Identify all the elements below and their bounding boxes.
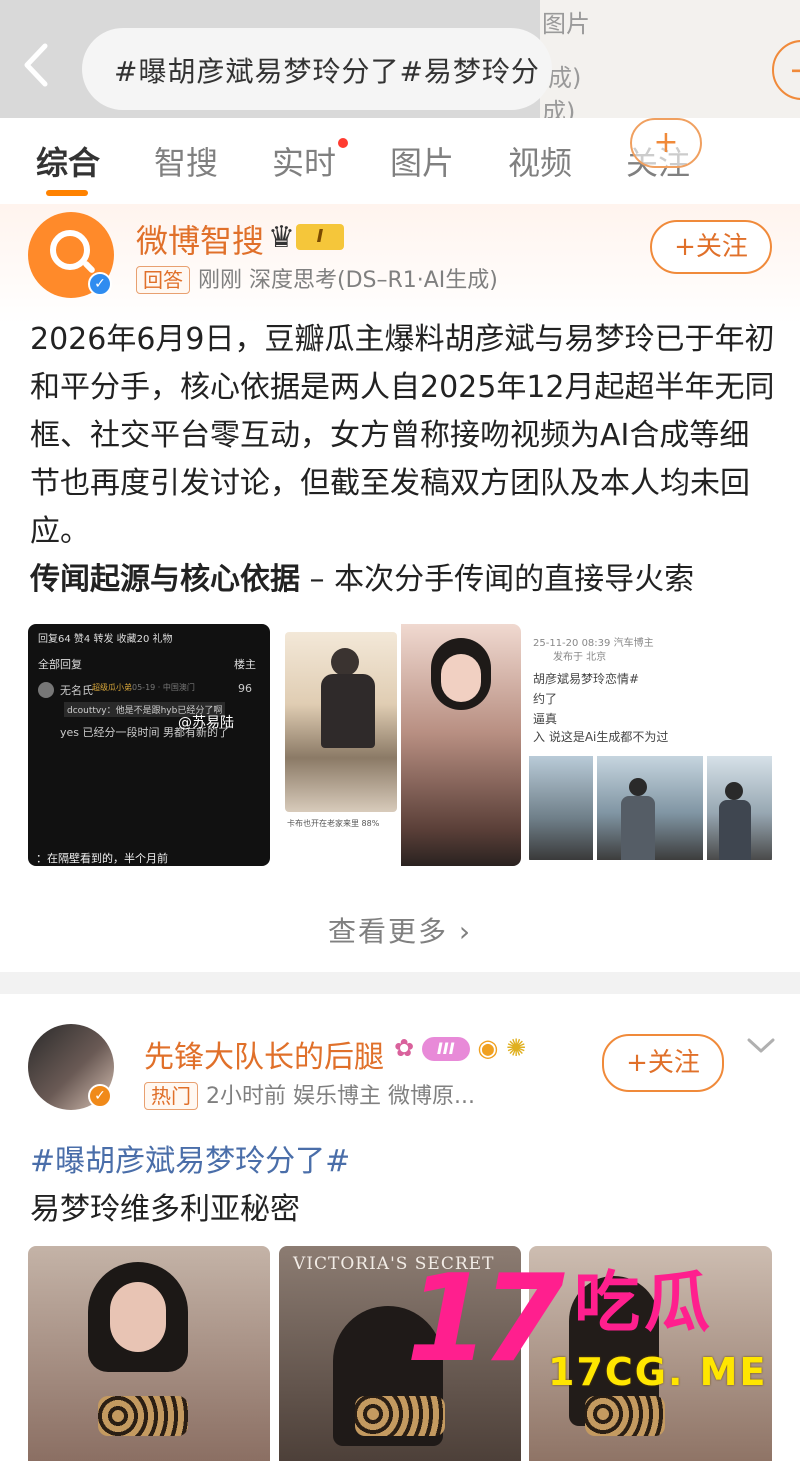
header-ghost-overlay: 图片 成) 成) (540, 0, 800, 118)
verified-icon: ✓ (88, 1084, 112, 1108)
crown-icon: ♛ (268, 220, 295, 255)
chat-tabs: 回复64 赞4 转发 收藏20 礼物 (38, 634, 173, 645)
person-head (331, 648, 359, 676)
beach-person-body (621, 796, 655, 860)
level-badge: I (296, 224, 344, 250)
chevron-left-icon (24, 43, 48, 87)
person-body (321, 674, 375, 748)
post-body: 2026年6月9日，豆瓣瓜主爆料胡彦斌与易梦玲已于年初和平分手，核心依据是两人自… (30, 322, 775, 549)
watermark-number: 17 (406, 1250, 565, 1389)
level-badge: III (421, 1037, 470, 1061)
model-face (110, 1282, 166, 1352)
pink-mushroom-icon: ✿ (394, 1034, 415, 1062)
leopard-top-3 (585, 1396, 665, 1436)
user-badges: ✿ III ◉ ✺ (394, 1034, 526, 1062)
selfie-photo (401, 624, 521, 866)
watermark-name: 吃瓜 (574, 1264, 714, 1341)
restaurant-caption: 卡布也开在老家来里 88% (287, 819, 380, 828)
tab-images[interactable]: 图片 (390, 138, 454, 184)
post-meta-text: 2小时前 娱乐博主 微博原... (206, 1084, 475, 1109)
notification-dot (338, 138, 348, 148)
chevron-down-svg (747, 1038, 775, 1053)
collage-line-1: 25-11-20 08:39 汽车博主 (533, 638, 654, 649)
beach-person-head (629, 778, 647, 796)
restaurant-photo (285, 632, 397, 812)
post-image-1[interactable] (28, 1246, 270, 1461)
tab-video[interactable]: 视频 (508, 138, 572, 184)
ghost-text-3: 成) (542, 98, 576, 118)
chat-likes: 96 (238, 682, 252, 695)
collage-line-2: 发布于 北京 (553, 652, 607, 663)
search-header: 图片 成) 成) #曝胡彦斌易梦玲分了#易梦玲分 + (0, 0, 800, 118)
collage-line-5: 逼真 (533, 712, 558, 726)
post-subheading: 传闻起源与核心依据 – 本次分手传闻的直接导火索 (30, 554, 694, 598)
chat-badge: 超级瓜小弟 (92, 683, 132, 692)
chat-avatar (38, 682, 54, 698)
verified-icon: ✓ (88, 272, 112, 296)
ghost-text-2: 成) (548, 64, 582, 92)
leopard-top-2 (355, 1396, 445, 1436)
hashtag-link[interactable]: #曝胡彦斌易梦玲分了# (30, 1136, 350, 1180)
post-image-restaurant[interactable]: 卡布也开在老家来里 88% (279, 624, 521, 866)
post-image-beach-collage[interactable]: 25-11-20 08:39 汽车博主 发布于 北京 胡彦斌易梦玲恋情# 约了 … (529, 624, 772, 866)
back-button[interactable] (14, 42, 58, 94)
active-tab-indicator (46, 190, 88, 196)
search-query: #曝胡彦斌易梦玲分了#易梦玲分 (114, 55, 540, 88)
subheading-rest: – 本次分手传闻的直接导火索 (300, 562, 695, 597)
author-name[interactable]: 微博智搜 (136, 216, 264, 262)
post-body: 易梦玲维多利亚秘密 (30, 1192, 300, 1227)
plus-icon[interactable]: + (630, 118, 702, 168)
beach-photo-3 (707, 756, 772, 860)
collage-line-4: 约了 (533, 692, 558, 706)
chat-host: 楼主 (234, 658, 256, 671)
beach-photo-1 (529, 756, 593, 860)
beach-photo-2 (597, 756, 703, 860)
post-image-chat-screenshot[interactable]: 回复64 赞4 转发 收藏20 礼物 全部回复 楼主 无名氏 超级瓜小弟 05-… (28, 624, 270, 866)
tab-comprehensive[interactable]: 综合 (36, 138, 100, 184)
section-divider (0, 972, 800, 994)
tab-bar: 综合 智搜 实时 图片 视频 关注 + (0, 118, 800, 204)
sunflower-icon: ✺ (505, 1034, 527, 1062)
tab-smart-search[interactable]: 智搜 (154, 138, 218, 184)
chevron-down-icon[interactable] (746, 1030, 776, 1063)
chat-user: 无名氏 (60, 684, 93, 697)
watermark-url: 17CG. ME (548, 1350, 768, 1394)
hot-tag: 热门 (144, 1082, 198, 1110)
selfie-face (441, 654, 481, 702)
follow-button[interactable]: +关注 (602, 1034, 724, 1092)
chat-all-reply: 全部回复 (38, 658, 82, 671)
search-logo-tail (81, 259, 97, 275)
post-card-smart-search: ✓ 微博智搜 ♛ I +关注 回答 刚刚 深度思考(DS–R1·AI生成) 202… (0, 204, 800, 970)
answer-tag: 回答 (136, 266, 190, 294)
post-meta: 热门 2小时前 娱乐博主 微博原... (144, 1078, 475, 1110)
ghost-text-1: 图片 (542, 10, 590, 38)
collage-line-6: 入 说这是Ai生成都不为过 (533, 730, 669, 744)
subheading-bold: 传闻起源与核心依据 (30, 562, 300, 597)
search-input[interactable]: #曝胡彦斌易梦玲分了#易梦玲分 (82, 28, 552, 110)
chat-watermark-handle: @苏易陆 (178, 715, 234, 731)
view-more-link[interactable]: 查看更多 › (0, 910, 800, 950)
follow-button[interactable]: +关注 (650, 220, 772, 274)
author-name[interactable]: 先锋大队长的后腿 (144, 1032, 384, 1076)
leopard-top (98, 1396, 188, 1436)
chat-date: 05-19 · 中国澳门 (132, 683, 195, 692)
beach-person-head-2 (725, 782, 743, 800)
tab-realtime[interactable]: 实时 (272, 138, 336, 184)
collage-line-3: 胡彦斌易梦玲恋情# (533, 672, 640, 686)
post-meta: 回答 刚刚 深度思考(DS–R1·AI生成) (136, 262, 498, 294)
post-meta-text: 刚刚 深度思考(DS–R1·AI生成) (198, 268, 498, 293)
chat-footer: ：在隔壁看到的，半个月前 (36, 852, 168, 865)
beach-person-body-2 (719, 800, 751, 860)
fish-icon: ◉ (477, 1034, 499, 1062)
